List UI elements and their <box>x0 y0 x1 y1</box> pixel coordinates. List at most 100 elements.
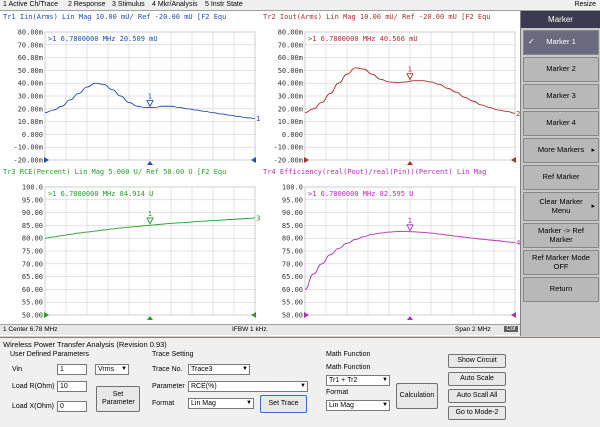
status-center: 1 Center 6.78 MHz <box>3 326 58 333</box>
stimulus-marker-icon <box>407 161 413 165</box>
y-tick-label: 50.00 <box>282 312 303 320</box>
y-tick-label: 10.00m <box>278 118 303 126</box>
y-tick-label: 70.00m <box>278 41 303 49</box>
parameter-select[interactable]: RCE(%) ▼ <box>188 381 308 392</box>
math-format-value: Lin Mag <box>329 402 354 409</box>
ref-level-icon <box>304 312 309 318</box>
show-circuit-button[interactable]: Show Circuit <box>448 354 506 368</box>
marker-label: 1 <box>148 93 152 101</box>
set-trace-button[interactable]: Set Trace <box>260 395 307 413</box>
user-params-group: User Defined Parameters <box>10 351 89 358</box>
y-tick-label: 80.00 <box>282 235 303 243</box>
y-tick-label: 70.00m <box>18 41 43 49</box>
vin-field[interactable]: 1 <box>57 364 87 375</box>
math-func-value: Tr1 + Tr2 <box>329 377 358 384</box>
wpt-dialog: Wireless Power Transfer Analysis (Revisi… <box>0 337 600 427</box>
y-tick-label: 75.00 <box>22 248 43 256</box>
math-function-group: Math Function <box>326 351 371 358</box>
menu-active-ch-trace[interactable]: 1 Active Ch/Trace <box>3 1 58 8</box>
y-tick-label: 20.00m <box>18 105 43 113</box>
softkey-label: Ref Marker <box>542 172 580 182</box>
loadr-field[interactable]: 10 <box>57 381 87 392</box>
softkey-ref-marker-mode[interactable]: Ref Marker Mode OFF <box>523 250 599 275</box>
y-tick-label: 50.00m <box>278 67 303 75</box>
trace-2-panel[interactable]: Tr2 Iout(Arms) Lin Mag 10.00 mU/ Ref -20… <box>260 11 520 166</box>
trace-no-select[interactable]: Trace3 ▼ <box>188 364 250 375</box>
trace-1-panel[interactable]: Tr1 Iin(Arms) Lin Mag 10.00 mU/ Ref -20.… <box>0 11 260 166</box>
softkey-label: More Markers <box>537 145 585 155</box>
math-format-label: Format <box>326 389 349 396</box>
format-select[interactable]: Lin Mag ▼ <box>188 398 254 409</box>
show-circuit-label: Show Circuit <box>457 357 497 365</box>
y-tick-label: 85.00 <box>22 222 43 230</box>
menu-stimulus[interactable]: 3 Stimulus <box>112 1 145 8</box>
set-parameter-label: Set Parameter <box>102 391 135 406</box>
y-tick-label: -20.00m <box>13 157 43 165</box>
trace-4-plot: Tr4 Efficiency(real(Pout)/real(Pin))(Per… <box>263 168 520 320</box>
dialog-title: Wireless Power Transfer Analysis (Revisi… <box>3 340 167 349</box>
trace-3-plot: Tr3 RCE(Percent) Lin Mag 5.000 U/ Ref 50… <box>3 168 260 320</box>
softkey-marker-to-ref[interactable]: Marker -> Ref Marker <box>523 223 599 248</box>
marker-label: 1 <box>408 217 412 225</box>
y-tick-label: 80.00m <box>18 29 43 37</box>
trace-header: Tr4 Efficiency(real(Pout)/real(Pin))(Per… <box>263 168 486 176</box>
menu-resize[interactable]: Resize <box>575 1 596 8</box>
math-format-select[interactable]: Lin Mag ▼ <box>326 400 390 411</box>
ref-level-icon <box>251 157 256 163</box>
softkey-panel: Marker ✓ Marker 1 Marker 2 Marker 3 Marke… <box>520 11 600 336</box>
go-to-mode-2-label: Go to Mode-2 <box>455 409 499 417</box>
vin-unit-select[interactable]: Vrms ▼ <box>95 364 129 375</box>
menu-mkr-analysis[interactable]: 4 Mkr/Analysis <box>152 1 198 8</box>
trace-setting-group: Trace Setting <box>152 351 194 358</box>
marker-label: 1 <box>148 210 152 218</box>
softkey-return[interactable]: Return <box>523 277 599 302</box>
auto-scale-button[interactable]: Auto Scale <box>448 372 506 386</box>
vin-label: Vin <box>12 366 22 373</box>
softkey-more-markers[interactable]: More Markers ▸ <box>523 138 599 163</box>
loadx-field[interactable]: 0 <box>57 401 87 412</box>
parameter-label: Parameter <box>152 383 185 390</box>
loadr-label: Load R(Ohm) <box>12 383 55 390</box>
go-to-mode-2-button[interactable]: Go to Mode-2 <box>448 406 506 420</box>
trace-display: Tr1 Iin(Arms) Lin Mag 10.00 mU/ Ref -20.… <box>0 11 520 336</box>
chevron-down-icon: ▼ <box>246 400 252 406</box>
marker-readout: >1 6.7800000 MHz 82.595 U <box>308 190 413 198</box>
softkey-marker-4[interactable]: Marker 4 <box>523 111 599 136</box>
ref-level-icon <box>44 157 49 163</box>
y-tick-label: 85.00 <box>282 222 303 230</box>
trace-4-panel[interactable]: Tr4 Efficiency(real(Pout)/real(Pin))(Per… <box>260 166 520 321</box>
status-ifbw: IFBW 1 kHz <box>232 326 267 333</box>
y-tick-label: -10.00m <box>273 144 303 152</box>
trace-3-panel[interactable]: Tr3 RCE(Percent) Lin Mag 5.000 U/ Ref 50… <box>0 166 260 321</box>
y-tick-label: 90.00 <box>282 209 303 217</box>
math-func-select[interactable]: Tr1 + Tr2 ▼ <box>326 375 390 386</box>
y-tick-label: 70.00 <box>282 260 303 268</box>
y-tick-label: 40.00m <box>18 80 43 88</box>
softkey-marker-3[interactable]: Marker 3 <box>523 84 599 109</box>
y-tick-label: 50.00m <box>18 67 43 75</box>
y-tick-label: 60.00m <box>18 54 43 62</box>
chevron-down-icon: ▼ <box>242 366 248 372</box>
auto-scale-all-button[interactable]: Auto Scall All <box>448 389 506 403</box>
softkey-ref-marker[interactable]: Ref Marker <box>523 165 599 190</box>
y-tick-label: 0.000 <box>22 131 43 139</box>
chevron-down-icon: ▼ <box>382 402 388 408</box>
trace-no-label: Trace No. <box>152 366 183 373</box>
menu-response[interactable]: 2 Response <box>68 1 105 8</box>
chevron-down-icon: ▼ <box>382 377 388 383</box>
softkey-clear-marker-menu[interactable]: Clear Marker Menu ▸ <box>523 192 599 221</box>
loadx-label: Load X(Ohm) <box>12 403 55 410</box>
status-bar: 1 Center 6.78 MHz IFBW 1 kHz Span 2 MHz … <box>0 324 520 335</box>
calculation-label: Calculation <box>399 392 435 400</box>
set-parameter-button[interactable]: Set Parameter <box>96 386 140 412</box>
softkey-marker-1[interactable]: ✓ Marker 1 <box>523 30 599 55</box>
softkey-marker-2[interactable]: Marker 2 <box>523 57 599 82</box>
menu-instr-state[interactable]: 5 Instr State <box>205 1 243 8</box>
y-tick-label: 80.00 <box>22 235 43 243</box>
calculation-button[interactable]: Calculation <box>396 383 438 409</box>
ref-level-icon <box>251 312 256 318</box>
softkey-label: Ref Marker Mode OFF <box>532 253 590 271</box>
y-tick-label: 90.00 <box>22 209 43 217</box>
format-label: Format <box>152 400 175 407</box>
y-tick-label: 30.00m <box>18 93 43 101</box>
